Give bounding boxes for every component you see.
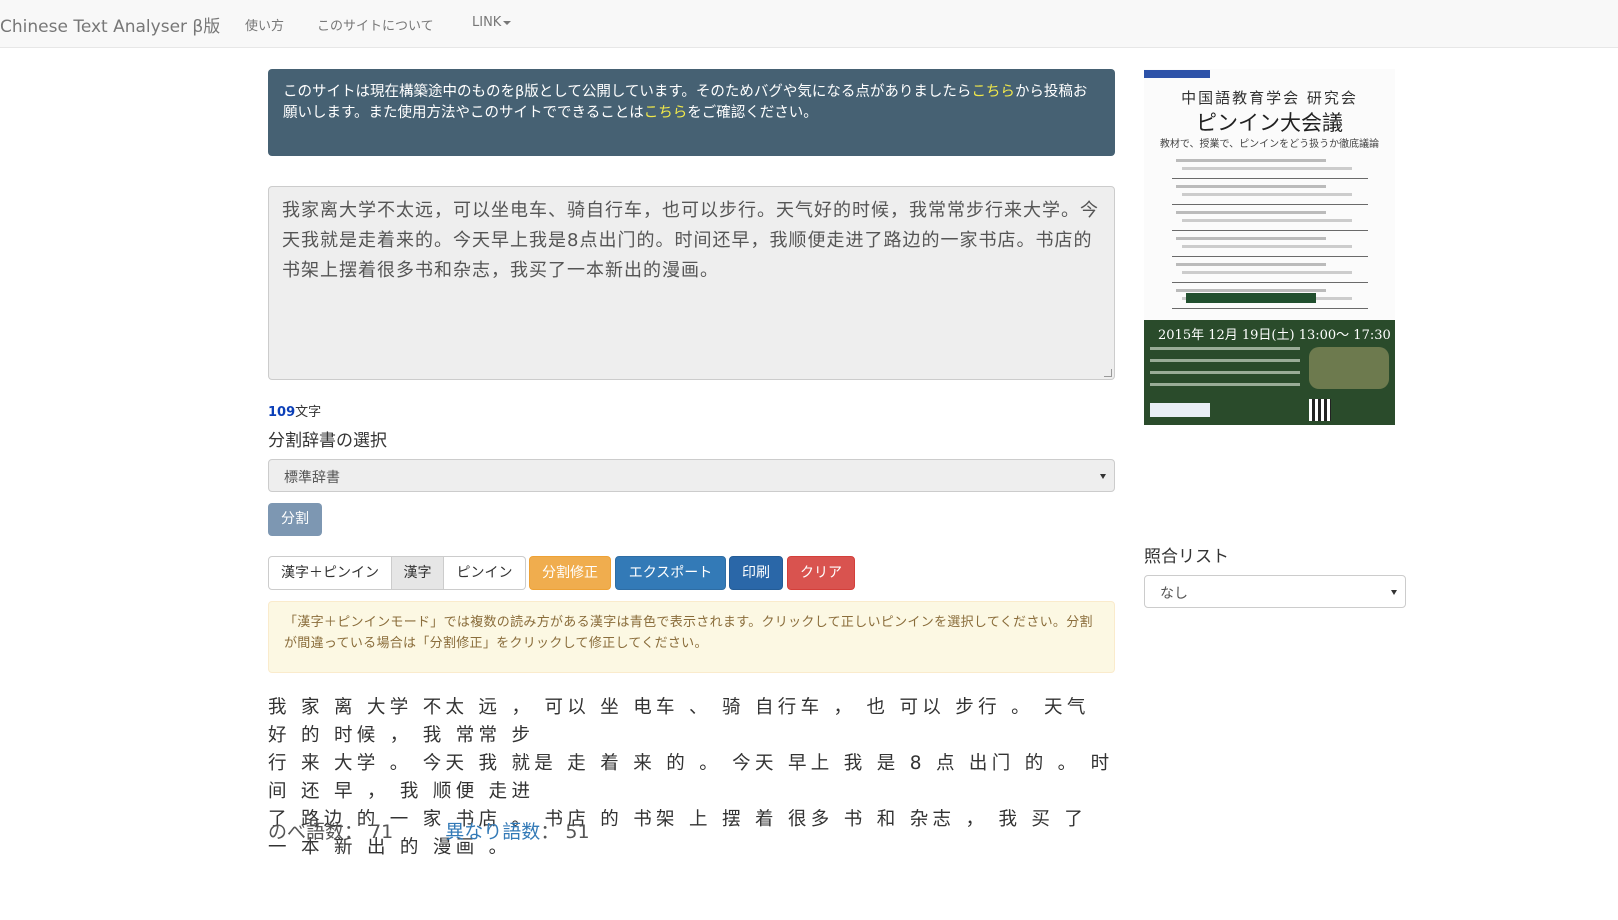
fix-split-button[interactable]: 分割修正 <box>529 556 611 590</box>
caret-down-icon <box>503 20 512 25</box>
navbar: Chinese Text Analyser β版 使い方 このサイトについて L… <box>0 0 1618 48</box>
dictionary-label: 分割辞書の選択 <box>268 431 387 451</box>
mode-pinyin-button[interactable]: ピンイン <box>444 556 526 590</box>
poster-details <box>1150 347 1300 395</box>
poster-tag <box>1144 70 1210 78</box>
distinct-words-link[interactable]: 異なり語数 <box>445 821 540 843</box>
hint-alert: 「漢字＋ピンインモード」では複数の読み方がある漢字は青色で表示されます。クリック… <box>268 601 1115 673</box>
notice-text-3: をご確認ください。 <box>687 105 818 121</box>
print-button[interactable]: 印刷 <box>729 556 783 590</box>
poster-subtitle: 教材で、授業で、ピンインをどう扱うか徹底議論 <box>1159 139 1380 150</box>
compare-selected-value: なし <box>1160 586 1188 602</box>
distinct-words-value: 51 <box>565 821 590 843</box>
poster-title-large: ピンイン大会議 <box>1196 111 1343 135</box>
display-mode-group: 漢字＋ピンイン 漢字 ピンイン <box>268 556 526 590</box>
brand-link[interactable]: Chinese Text Analyser β版 <box>0 12 220 37</box>
char-count-unit: 文字 <box>295 405 322 420</box>
select-arrow-icon <box>1391 590 1397 595</box>
word-stats: のべ語数： 71 異なり語数： 51 <box>268 817 590 844</box>
nav-usage[interactable]: 使い方 <box>245 15 284 34</box>
split-button[interactable]: 分割 <box>268 503 322 536</box>
poster-green-band <box>1186 293 1316 303</box>
resize-handle-icon[interactable] <box>1104 369 1112 377</box>
poster-title-small: 中国語教育学会 研究会 <box>1181 89 1358 107</box>
total-words-label: のべ語数： <box>268 821 364 843</box>
result-line: 我 家 离 大学 不太 远 ， 可以 坐 电车 、 骑 自行车 ， 也 可以 步… <box>268 697 1090 746</box>
poster-date: 2015年 12月 19日(土) 13:00～ 17:30 <box>1158 328 1391 343</box>
event-poster-banner[interactable]: 中国語教育学会 研究会 ピンイン大会議 教材で、授業で、ピンインをどう扱うか徹底… <box>1144 69 1395 425</box>
beta-notice: このサイトは現在構築途中のものをβ版として公開しています。そのためバグや気になる… <box>268 69 1115 156</box>
poster-schedule <box>1172 153 1368 309</box>
char-count: 109文字 <box>268 401 321 420</box>
mode-kanji-pinyin-button[interactable]: 漢字＋ピンイン <box>268 556 392 590</box>
distinct-words-sep: ： <box>540 821 560 843</box>
compare-list-select[interactable]: なし <box>1144 575 1406 608</box>
dictionary-selected-value: 標準辞書 <box>284 470 340 486</box>
qr-code-icon <box>1309 399 1331 421</box>
nav-link-dropdown[interactable]: LINK <box>472 15 512 30</box>
nav-link-label: LINK <box>472 15 502 30</box>
export-button[interactable]: エクスポート <box>615 556 726 590</box>
total-words-value: 71 <box>369 821 394 843</box>
char-count-number: 109 <box>268 405 296 420</box>
result-line: 行 来 大学 。 今天 我 就是 走 着 来 的 。 今天 早上 我 是 8 点… <box>268 753 1114 802</box>
poster-apply-button <box>1150 403 1210 417</box>
notice-link-feedback[interactable]: こちら <box>971 84 1015 100</box>
clear-button[interactable]: クリア <box>787 556 855 590</box>
mode-kanji-button[interactable]: 漢字 <box>392 556 444 590</box>
nav-about[interactable]: このサイトについて <box>317 15 434 34</box>
input-text: 我家离大学不太远，可以坐电车、骑自行车，也可以步行。天气好的时候，我常常步行来大… <box>282 200 1099 281</box>
dictionary-select[interactable]: 標準辞書 <box>268 459 1115 492</box>
compare-list-label: 照合リスト <box>1144 547 1229 567</box>
poster-map-image <box>1309 347 1389 389</box>
notice-text-1: このサイトは現在構築途中のものをβ版として公開しています。そのためバグや気になる… <box>283 84 972 100</box>
select-arrow-icon <box>1100 474 1106 479</box>
chinese-text-input[interactable]: 我家离大学不太远，可以坐电车、骑自行车，也可以步行。天气好的时候，我常常步行来大… <box>268 186 1115 380</box>
notice-link-usage[interactable]: こちら <box>644 105 688 121</box>
